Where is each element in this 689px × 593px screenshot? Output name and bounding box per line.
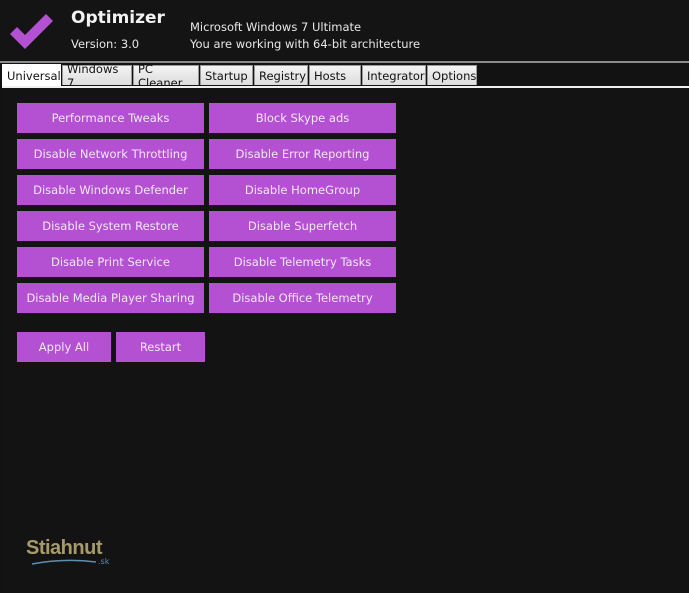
tab-startup[interactable]: Startup (200, 65, 253, 85)
os-name-label: Microsoft Windows 7 Ultimate (190, 20, 362, 34)
watermark-logo: Stiahnut .sk (26, 537, 109, 566)
architecture-label: You are working with 64-bit architecture (190, 37, 421, 51)
disable-office-telemetry-button[interactable]: Disable Office Telemetry (209, 283, 396, 313)
disable-system-restore-button[interactable]: Disable System Restore (17, 211, 204, 241)
checkmark-icon (10, 14, 53, 49)
tab-hosts[interactable]: Hosts (309, 65, 361, 85)
disable-windows-defender-button[interactable]: Disable Windows Defender (17, 175, 204, 205)
disable-media-player-sharing-button[interactable]: Disable Media Player Sharing (17, 283, 204, 313)
disable-network-throttling-button[interactable]: Disable Network Throttling (17, 139, 204, 169)
tab-options[interactable]: Options (427, 65, 477, 85)
restart-button[interactable]: Restart (116, 332, 205, 362)
tab-bar: Universal Windows 7 PC Cleaner Startup R… (2, 62, 478, 90)
block-skype-ads-button[interactable]: Block Skype ads (209, 103, 396, 133)
app-header: Optimizer Version: 3.0 Microsoft Windows… (0, 0, 689, 62)
tab-integrator[interactable]: Integrator (362, 65, 426, 85)
tab-windows-7[interactable]: Windows 7 (62, 62, 132, 90)
disable-homegroup-button[interactable]: Disable HomeGroup (209, 175, 396, 205)
performance-tweaks-button[interactable]: Performance Tweaks (17, 103, 204, 133)
disable-telemetry-tasks-button[interactable]: Disable Telemetry Tasks (209, 247, 396, 277)
watermark-text: Stiahnut (26, 537, 103, 559)
tab-universal[interactable]: Universal (2, 64, 61, 86)
disable-error-reporting-button[interactable]: Disable Error Reporting (209, 139, 396, 169)
apply-all-button[interactable]: Apply All (17, 332, 111, 362)
tab-pc-cleaner[interactable]: PC Cleaner (133, 62, 199, 90)
disable-print-service-button[interactable]: Disable Print Service (17, 247, 204, 277)
swoosh-icon (32, 559, 96, 565)
watermark-suffix: .sk (98, 557, 110, 566)
tab-registry[interactable]: Registry (254, 65, 308, 85)
version-label: Version: 3.0 (71, 37, 140, 51)
app-title: Optimizer (71, 8, 165, 28)
disable-superfetch-button[interactable]: Disable Superfetch (209, 211, 396, 241)
